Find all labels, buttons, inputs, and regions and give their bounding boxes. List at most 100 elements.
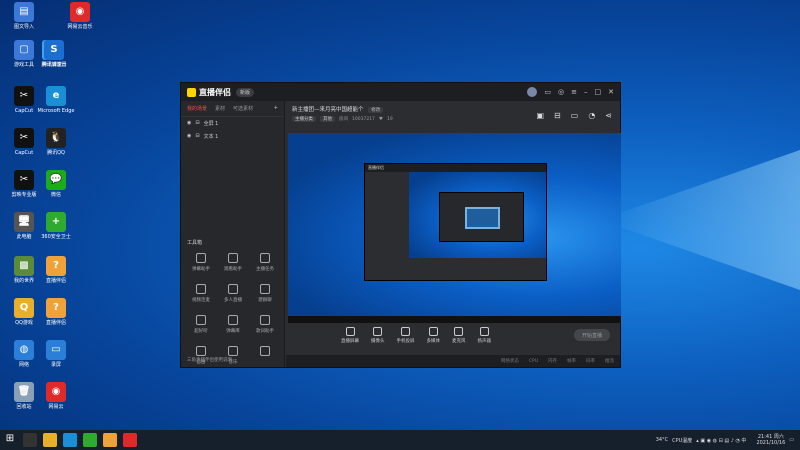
control-button[interactable]: 扬声器 (478, 326, 491, 344)
fans-count: 19 (386, 116, 393, 122)
desktop-icon[interactable]: ◉ 网易云音乐 (60, 2, 100, 30)
desktop-icon[interactable]: e Microsoft Edge (36, 86, 76, 114)
tab-optional[interactable]: 可选素材 (233, 105, 253, 112)
anchor-label: 主播分类 (292, 116, 316, 122)
tool-item[interactable]: 弹幕助手 (185, 253, 217, 272)
file-explorer-icon[interactable] (43, 433, 57, 447)
share-icon[interactable]: ⋖ (605, 111, 612, 120)
desktop-icon-label: 录屏 (50, 362, 61, 368)
maximize-icon[interactable]: □ (595, 88, 602, 96)
add-scene-icon[interactable]: + (274, 105, 278, 112)
lock-icon[interactable]: ⊟ (195, 120, 199, 127)
desktop-app-icon: S (44, 40, 64, 60)
desktop-app-icon: ▢ (14, 40, 34, 60)
start-live-button[interactable]: 开始直播 (574, 329, 610, 341)
tool-item[interactable]: 弹幕库 (217, 315, 249, 334)
desktop-icon[interactable]: ? 直播伴侣 (36, 256, 76, 284)
anchor-tag[interactable]: 其他 (320, 116, 335, 122)
status-bar: 网络状态 CPU 内存 帧率 码率 推流 (286, 355, 620, 367)
tab-my-scenes[interactable]: 我的场景 (187, 105, 207, 112)
app-titlebar[interactable]: 直播伴侣 新版 ▭ ◎ ≡ – □ ✕ (181, 83, 620, 101)
notification-icon[interactable]: ▭ (789, 437, 794, 443)
control-button[interactable]: 摄像头 (371, 326, 385, 344)
netease-music-icon[interactable] (123, 433, 137, 447)
tool-icon (196, 315, 206, 325)
minimize-icon[interactable]: – (584, 88, 588, 96)
desktop-app-icon: 🗑 (14, 382, 34, 402)
edge-icon[interactable] (63, 433, 77, 447)
desktop-app-icon: Q (14, 298, 34, 318)
tool-icon (260, 346, 270, 356)
desktop-icon[interactable]: ▭ 录屏 (36, 340, 76, 368)
tool-item[interactable]: 视频连麦 (185, 284, 217, 303)
tool-icon (228, 346, 238, 356)
taskview-icon[interactable] (23, 433, 37, 447)
tool-icon (196, 284, 206, 294)
tool-item[interactable] (249, 346, 281, 365)
tool-item[interactable]: 多人直播 (217, 284, 249, 303)
tab-materials[interactable]: 素材 (215, 105, 225, 112)
windows-start-icon[interactable]: ⊞ (3, 433, 17, 447)
version-badge[interactable]: 新版 (236, 87, 255, 97)
desktop-icon[interactable]: +360安全卫士 (36, 212, 76, 240)
message-icon[interactable]: ▭ (544, 88, 551, 96)
control-icon (428, 326, 438, 336)
weather-text: 34°C (655, 437, 669, 443)
lock-icon[interactable]: ⊟ (195, 133, 199, 140)
desktop-app-icon: ? (46, 298, 66, 318)
window-controls: ▭ ◎ ≡ – □ ✕ (527, 87, 614, 97)
tool-item[interactable]: 超好听 (185, 315, 217, 334)
scene-label: 全屏 1 (203, 121, 219, 127)
tool-item[interactable]: 歌词助手 (249, 315, 281, 334)
status-item: 码率 (586, 359, 595, 364)
desktop-icon[interactable]: ? 直播伴侣 (36, 298, 76, 326)
desktop-icon[interactable]: ▤ 图文导入 (4, 2, 44, 30)
tool-label: 歌词助手 (256, 329, 274, 334)
recursive-preview-window: 直播伴侣 (364, 163, 547, 281)
desktop-icon[interactable]: ▢ 游戏工具 (4, 40, 44, 68)
control-label: 麦克风 (452, 338, 466, 344)
menu-icon[interactable]: ≡ (571, 88, 577, 96)
control-button[interactable]: 手机投屏 (397, 326, 415, 344)
logo-icon (187, 87, 196, 97)
avatar[interactable] (527, 87, 538, 97)
close-icon[interactable]: ✕ (608, 88, 614, 96)
status-item: CPU (528, 358, 538, 364)
tray-icons[interactable]: ▴ ▣ ◉ ◍ ⊟ ▤ ♪ ◔ 中 (696, 437, 746, 444)
tool-icon (228, 253, 238, 263)
scene-item-fullscreen[interactable]: ◉ ⊟ 全屏 1 (181, 117, 284, 130)
clock[interactable]: 21:41 周六 2021/10/16 (756, 434, 785, 446)
scene-item-text[interactable]: ◉ ⊟ 文本 1 (181, 130, 284, 143)
control-button[interactable]: 麦克风 (452, 326, 466, 344)
live-header: 新主播团—来月亮中国超能个 修改 主播分类 其他 房间 10037217 ♥ 1… (286, 101, 620, 131)
control-button[interactable]: 直播屏幕 (341, 326, 359, 344)
bell-icon[interactable]: ◔ (588, 111, 595, 120)
edit-title-button[interactable]: 修改 (368, 107, 384, 113)
control-icon (345, 326, 355, 336)
room-id: 10037217 (352, 116, 375, 122)
control-icon (454, 326, 464, 336)
control-icon (401, 326, 410, 336)
screen-icon[interactable]: ▭ (571, 111, 579, 120)
tool-item[interactable]: 观看助手 (217, 253, 249, 272)
tool-item[interactable]: 主播任务 (249, 253, 281, 272)
livestream-taskbar-icon[interactable] (103, 433, 117, 447)
control-button[interactable]: 多媒体 (427, 326, 440, 344)
live-preview[interactable]: 直播伴侣 (288, 133, 621, 323)
desktop-icon[interactable]: ◉ 网易云 (36, 382, 76, 410)
eye-icon[interactable]: ◉ (187, 133, 191, 140)
skin-icon[interactable]: ◎ (558, 88, 564, 96)
gift-icon[interactable]: ▣ (536, 111, 544, 120)
status-item: 推流 (605, 359, 614, 364)
header-icons: ▣ ⊟ ▭ ◔ ⋖ (536, 111, 612, 120)
help-link[interactable]: 三角直播伴侣使用说明 (187, 357, 232, 363)
desktop-icon[interactable]: 🐧 腾讯QQ (36, 128, 76, 156)
lock-icon[interactable]: ⊟ (554, 111, 561, 120)
mini-inner-window (439, 192, 524, 242)
app360-icon[interactable] (83, 433, 97, 447)
desktop-icon[interactable]: 💬 微信 (36, 170, 76, 198)
app-window: 直播伴侣 新版 ▭ ◎ ≡ – □ ✕ 我的场景 素材 可选素材 + ◉ ⊟ 全… (180, 82, 621, 368)
eye-icon[interactable]: ◉ (187, 120, 191, 127)
room-label: 房间 (339, 117, 348, 122)
tool-item[interactable]: 建群聊 (249, 284, 281, 303)
